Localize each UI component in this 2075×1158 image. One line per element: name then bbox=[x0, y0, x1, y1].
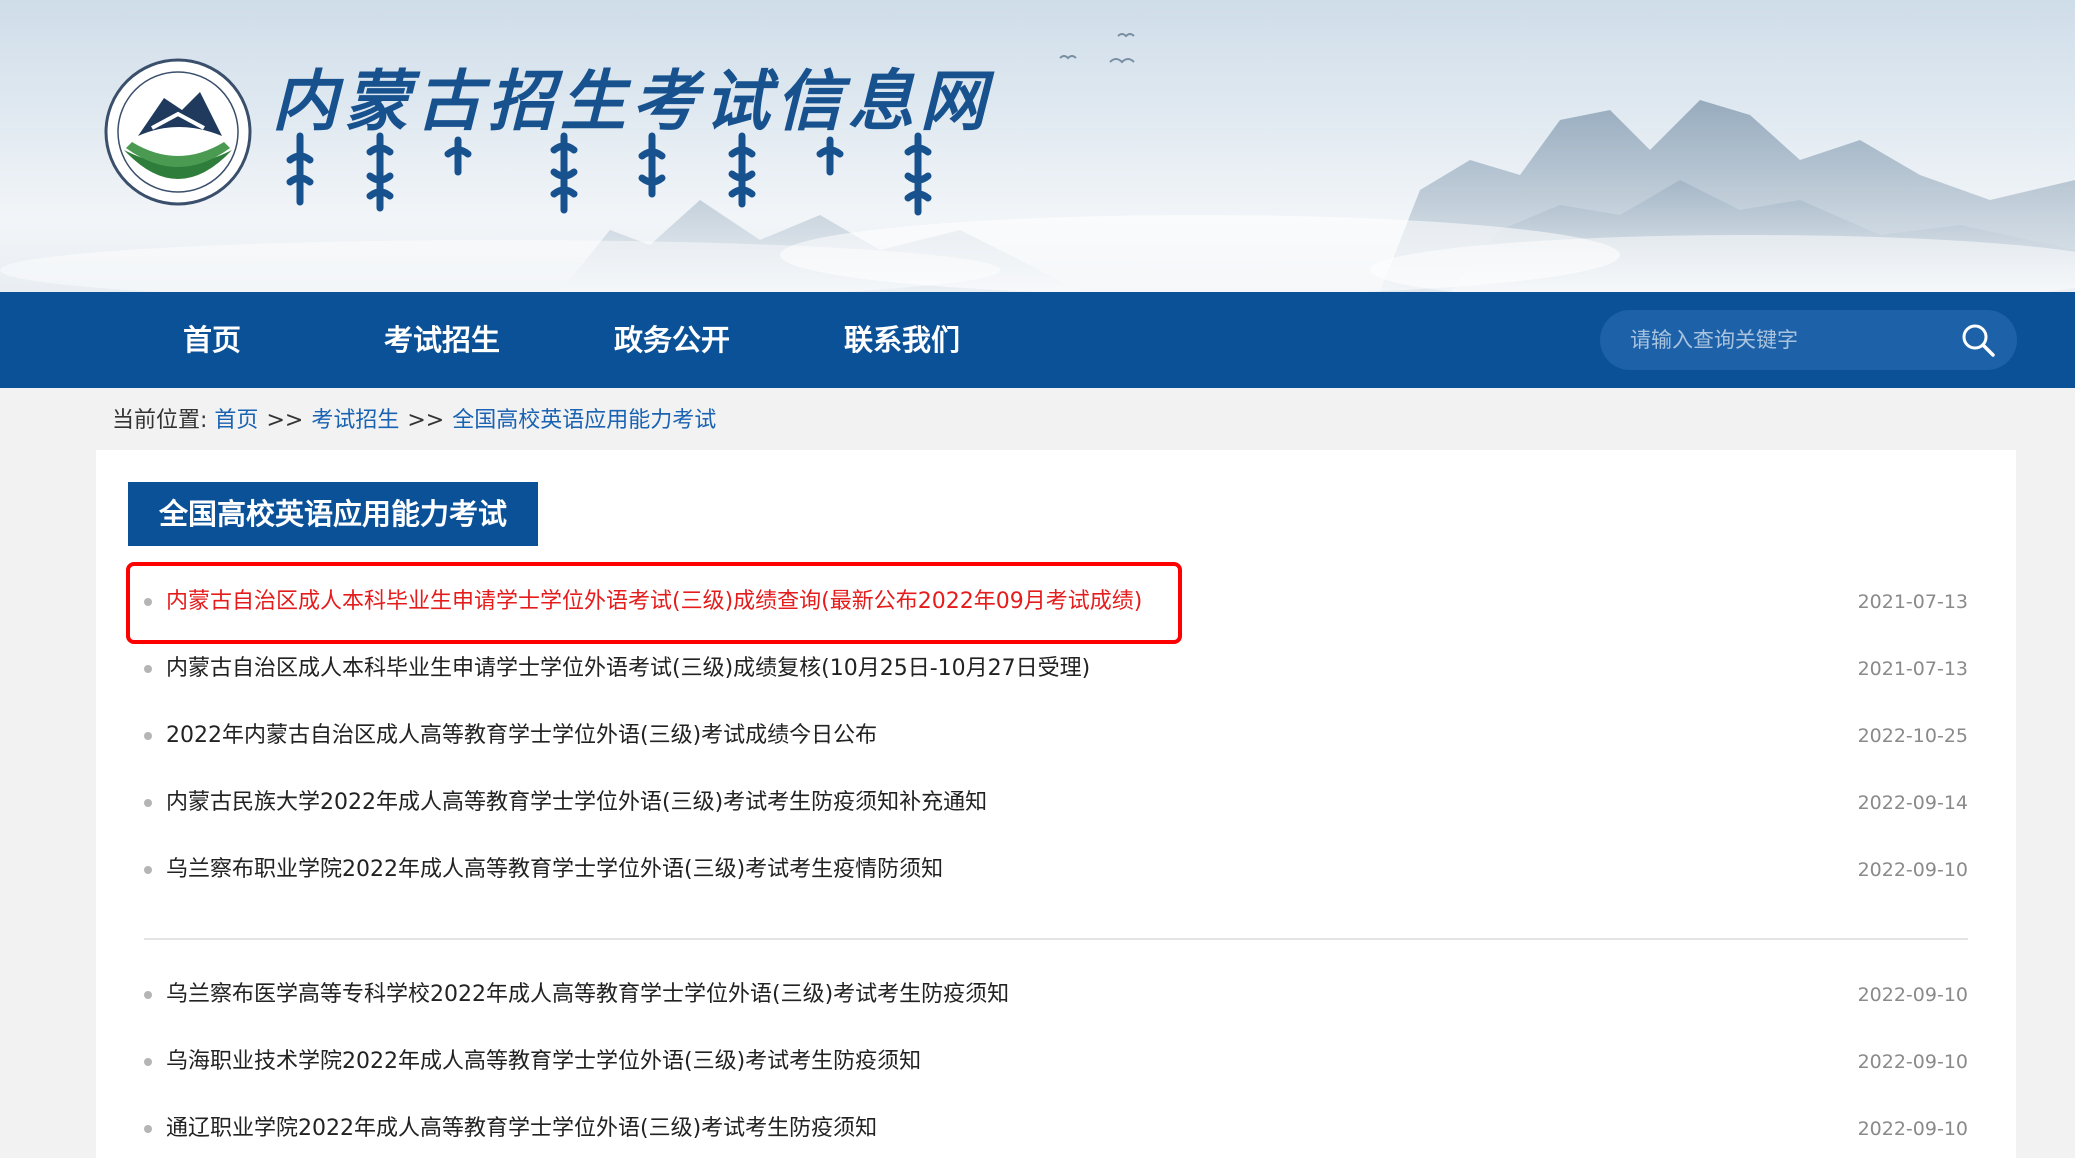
bullet-icon bbox=[144, 991, 152, 999]
list-item[interactable]: 内蒙古自治区成人本科毕业生申请学士学位外语考试(三级)成绩复核(10月25日-1… bbox=[144, 651, 1968, 691]
list-item-title[interactable]: 2022年内蒙古自治区成人高等教育学士学位外语(三级)考试成绩今日公布 bbox=[166, 718, 877, 754]
bullet-icon bbox=[144, 665, 152, 673]
list-item[interactable]: 内蒙古自治区成人本科毕业生申请学士学位外语考试(三级)成绩查询(最新公布2022… bbox=[144, 584, 1968, 624]
list-item-date: 2022-09-10 bbox=[1857, 984, 1968, 1006]
list-item-date: 2022-10-25 bbox=[1857, 725, 1968, 747]
list-item-title[interactable]: 内蒙古自治区成人本科毕业生申请学士学位外语考试(三级)成绩查询(最新公布2022… bbox=[166, 584, 1142, 620]
breadcrumb-separator: >> bbox=[266, 408, 304, 433]
list-divider bbox=[144, 938, 1968, 940]
site-logo-icon bbox=[104, 58, 252, 206]
list-item-title[interactable]: 内蒙古自治区成人本科毕业生申请学士学位外语考试(三级)成绩复核(10月25日-1… bbox=[166, 651, 1090, 687]
nav-item-exams[interactable]: 考试招生 bbox=[370, 292, 514, 388]
list-item[interactable]: 内蒙古民族大学2022年成人高等教育学士学位外语(三级)考试考生防疫须知补充通知… bbox=[144, 785, 1968, 825]
breadcrumb-exams[interactable]: 考试招生 bbox=[311, 408, 399, 433]
list-item-date: 2021-07-13 bbox=[1857, 591, 1968, 613]
content-panel: 全国高校英语应用能力考试 内蒙古自治区成人本科毕业生申请学士学位外语考试(三级)… bbox=[96, 450, 2016, 1158]
list-item-title[interactable]: 乌兰察布职业学院2022年成人高等教育学士学位外语(三级)考试考生疫情防须知 bbox=[166, 852, 943, 888]
list-item-date: 2022-09-10 bbox=[1857, 1051, 1968, 1073]
list-item-date: 2022-09-10 bbox=[1857, 1118, 1968, 1140]
list-item-date: 2022-09-14 bbox=[1857, 792, 1968, 814]
list-item-title[interactable]: 内蒙古民族大学2022年成人高等教育学士学位外语(三级)考试考生防疫须知补充通知 bbox=[166, 785, 987, 821]
mongolian-script-title bbox=[286, 132, 932, 216]
list-item[interactable]: 通辽职业学院2022年成人高等教育学士学位外语(三级)考试考生防疫须知 2022… bbox=[144, 1111, 1968, 1151]
list-item-date: 2021-07-13 bbox=[1857, 658, 1968, 680]
list-item-title[interactable]: 乌海职业技术学院2022年成人高等教育学士学位外语(三级)考试考生防疫须知 bbox=[166, 1044, 921, 1080]
site-title: 内蒙古招生考试信息网 bbox=[272, 62, 992, 140]
header-banner: 内蒙古招生考试信息网 bbox=[0, 0, 2075, 292]
section-title: 全国高校英语应用能力考试 bbox=[128, 482, 538, 546]
bullet-icon bbox=[144, 866, 152, 874]
list-item[interactable]: 乌兰察布医学高等专科学校2022年成人高等教育学士学位外语(三级)考试考生防疫须… bbox=[144, 977, 1968, 1017]
bullet-icon bbox=[144, 799, 152, 807]
nav-item-government[interactable]: 政务公开 bbox=[600, 292, 744, 388]
bullet-icon bbox=[144, 732, 152, 740]
list-item-date: 2022-09-10 bbox=[1857, 859, 1968, 881]
nav-item-contact[interactable]: 联系我们 bbox=[830, 292, 974, 388]
list-item[interactable]: 乌海职业技术学院2022年成人高等教育学士学位外语(三级)考试考生防疫须知 20… bbox=[144, 1044, 1968, 1084]
list-item[interactable]: 乌兰察布职业学院2022年成人高等教育学士学位外语(三级)考试考生疫情防须知 2… bbox=[144, 852, 1968, 892]
bullet-icon bbox=[144, 1125, 152, 1133]
bullet-icon bbox=[144, 1058, 152, 1066]
search-icon[interactable] bbox=[1960, 322, 1996, 358]
breadcrumb: 当前位置: 首页 >> 考试招生 >> 全国高校英语应用能力考试 bbox=[112, 402, 716, 440]
bullet-icon bbox=[144, 598, 152, 606]
list-item[interactable]: 2022年内蒙古自治区成人高等教育学士学位外语(三级)考试成绩今日公布 2022… bbox=[144, 718, 1968, 758]
list-item-title[interactable]: 乌兰察布医学高等专科学校2022年成人高等教育学士学位外语(三级)考试考生防疫须… bbox=[166, 977, 1009, 1013]
breadcrumb-home[interactable]: 首页 bbox=[214, 408, 258, 433]
search-input[interactable] bbox=[1630, 310, 1950, 370]
breadcrumb-current[interactable]: 全国高校英语应用能力考试 bbox=[452, 408, 716, 433]
list-item-title[interactable]: 通辽职业学院2022年成人高等教育学士学位外语(三级)考试考生防疫须知 bbox=[166, 1111, 877, 1147]
nav-item-home[interactable]: 首页 bbox=[140, 292, 284, 388]
breadcrumb-separator: >> bbox=[407, 408, 445, 433]
breadcrumb-prefix: 当前位置: bbox=[112, 408, 208, 433]
search-box bbox=[1600, 310, 2017, 370]
